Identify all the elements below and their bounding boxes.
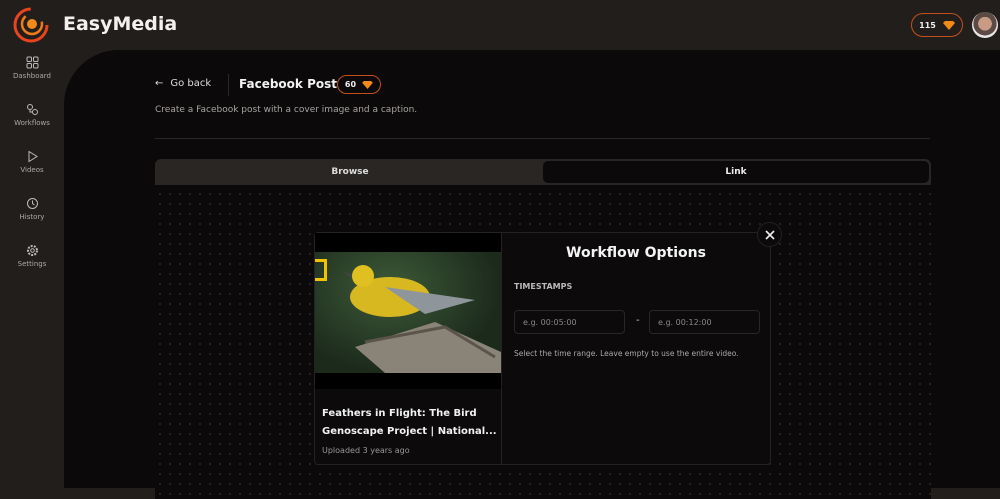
credits-count: 115 (919, 20, 936, 30)
top-bar: EasyMedia 115 (0, 0, 1000, 50)
modal-title: Workflow Options (566, 245, 706, 261)
sidebar-item-settings[interactable]: Settings (0, 238, 64, 285)
grid-icon (26, 56, 38, 69)
app-name: EasyMedia (63, 13, 178, 35)
cost-value: 60 (344, 80, 357, 89)
sidebar-item-history[interactable]: History (0, 191, 64, 238)
sidebar-item-videos[interactable]: Videos (0, 144, 64, 191)
sidebar-item-dashboard[interactable]: Dashboard (0, 50, 64, 97)
cost-badge: 60 (337, 75, 381, 94)
close-modal-button[interactable] (757, 222, 782, 247)
options-pane: Workflow Options TIMESTAMPS - Select the… (502, 233, 770, 464)
divider (155, 138, 930, 139)
credits-badge[interactable]: 115 (911, 13, 963, 37)
sidebar-item-label: History (19, 213, 45, 221)
main-content: ← Go back Facebook Post 60 Create a Faceb… (64, 50, 1000, 499)
page-title: Facebook Post (239, 77, 337, 91)
upload-date: Uploaded 3 years ago (322, 446, 410, 455)
video-thumbnail (315, 233, 501, 389)
sidebar-item-label: Workflows (14, 119, 50, 127)
end-time-input[interactable] (649, 310, 760, 334)
range-separator: - (636, 315, 640, 326)
user-avatar[interactable] (972, 12, 998, 38)
sidebar-item-label: Dashboard (13, 72, 51, 80)
gear-icon (26, 245, 38, 256)
close-icon (764, 229, 775, 240)
gem-icon (362, 80, 373, 89)
gem-icon (942, 20, 955, 30)
divider (228, 74, 229, 96)
timestamps-help: Select the time range. Leave empty to us… (514, 349, 739, 358)
history-icon (26, 198, 38, 209)
go-back-label: Go back (170, 78, 212, 89)
sidebar: Dashboard Workflows Videos History Setti… (0, 50, 64, 285)
sidebar-item-label: Videos (20, 166, 44, 174)
workflow-icon (26, 104, 38, 115)
video-title: Feathers in Flight: The Bird Genoscape P… (322, 408, 497, 437)
play-icon (28, 150, 38, 163)
page-description: Create a Facebook post with a cover imag… (155, 105, 418, 115)
easymedia-logo[interactable] (12, 6, 50, 44)
natgeo-logo (315, 259, 327, 281)
timestamps-label: TIMESTAMPS (514, 282, 573, 291)
sidebar-item-workflows[interactable]: Workflows (0, 97, 64, 144)
start-time-input[interactable] (514, 310, 625, 334)
sidebar-item-label: Settings (17, 260, 47, 268)
tab-bar: Browse Link (155, 159, 931, 185)
tab-link[interactable]: Link (543, 161, 929, 183)
video-card: Feathers in Flight: The Bird Genoscape P… (315, 233, 502, 464)
arrow-left-icon: ← (155, 78, 164, 89)
workflow-options-modal: Feathers in Flight: The Bird Genoscape P… (314, 232, 771, 465)
bird-image (315, 252, 501, 373)
go-back-button[interactable]: ← Go back (155, 78, 211, 89)
tab-browse[interactable]: Browse (157, 161, 543, 183)
